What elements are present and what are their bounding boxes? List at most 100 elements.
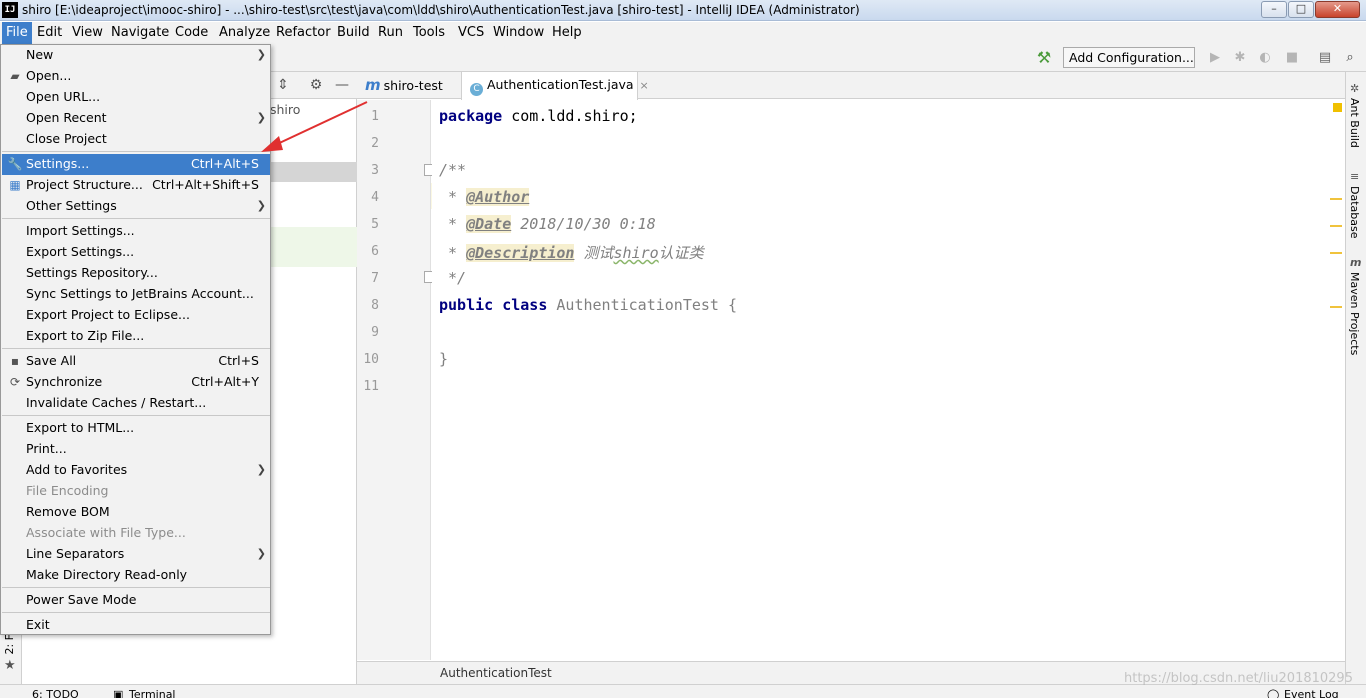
tab-shiro-test[interactable]: m shiro-test: [357, 72, 460, 99]
menu-item-import-settings[interactable]: Import Settings...: [2, 221, 270, 242]
favorites-tool-tab[interactable]: 2: F: [3, 634, 19, 655]
menu-run[interactable]: Run: [374, 22, 407, 44]
search-icon[interactable]: ⌕: [1341, 49, 1359, 67]
maven-icon: m: [1350, 256, 1362, 269]
bottom-tool-bar: 6: TODO ▣ Terminal ◯ Event Log: [0, 684, 1366, 698]
menu-item-add-to-favorites[interactable]: Add to Favorites ❯: [2, 460, 270, 481]
tab-label: shiro-test: [383, 78, 443, 93]
annotation-arrow-icon: [261, 101, 368, 152]
menu-item-print[interactable]: Print...: [2, 439, 270, 460]
line-number: 4: [371, 190, 379, 205]
star-icon[interactable]: ★: [4, 658, 16, 673]
maximize-button[interactable]: □: [1288, 1, 1314, 18]
watermark: https://blog.csdn.net/liu201810295: [1124, 671, 1353, 686]
menu-item-open[interactable]: ▰ Open...: [2, 66, 270, 87]
hide-panel-icon[interactable]: —: [333, 76, 351, 94]
menu-item-open-url[interactable]: Open URL...: [2, 87, 270, 108]
warning-stripe[interactable]: [1330, 252, 1342, 254]
menu-edit[interactable]: Edit: [33, 22, 66, 44]
line-number: 7: [371, 271, 379, 286]
project-structure-toolbar-icon[interactable]: ▤: [1316, 49, 1334, 67]
menu-bar: File Edit View Navigate Code Analyze Ref…: [0, 22, 1366, 44]
menu-code[interactable]: Code: [171, 22, 212, 44]
menu-build[interactable]: Build: [333, 22, 374, 44]
menu-item-file-encoding: File Encoding: [26, 483, 109, 498]
menu-item-remove-bom[interactable]: Remove BOM: [2, 502, 270, 523]
menu-file[interactable]: File: [2, 22, 32, 44]
line-number: 6: [371, 244, 379, 259]
code-line-6: * @Description 测试shiro认证类: [439, 244, 704, 262]
tool-tab-todo[interactable]: 6: TODO: [32, 688, 79, 698]
gear-icon[interactable]: ⚙: [307, 76, 325, 94]
code-line-5: * @Date 2018/10/30 0:18: [439, 215, 656, 233]
tool-tab-database[interactable]: Database: [1348, 186, 1361, 239]
coverage-icon[interactable]: ◐: [1256, 49, 1274, 67]
menu-separator: [2, 587, 270, 588]
code-line-7: */: [439, 269, 467, 287]
stop-icon[interactable]: ■: [1283, 49, 1301, 67]
menu-item-new[interactable]: New ❯: [2, 45, 270, 66]
menu-analyze[interactable]: Analyze: [215, 22, 274, 44]
menu-item-save-all[interactable]: ▪ Save All Ctrl+S: [2, 351, 270, 372]
menu-item-export-settings[interactable]: Export Settings...: [2, 242, 270, 263]
build-hammer-icon[interactable]: ⚒: [1034, 48, 1054, 68]
menu-item-export-zip[interactable]: Export to Zip File...: [2, 326, 270, 347]
collapse-all-icon[interactable]: ⇕: [274, 76, 292, 94]
warning-stripe[interactable]: [1330, 198, 1342, 200]
menu-item-invalidate-caches[interactable]: Invalidate Caches / Restart...: [2, 393, 270, 414]
run-icon[interactable]: ▶: [1206, 49, 1224, 67]
warning-stripe[interactable]: [1330, 306, 1342, 308]
intellij-logo-icon: IJ: [2, 2, 18, 18]
menu-item-export-html[interactable]: Export to HTML...: [2, 418, 270, 439]
debug-icon[interactable]: ✱: [1231, 49, 1249, 67]
code-line-8: public class AuthenticationTest {: [439, 296, 738, 314]
minimize-button[interactable]: –: [1261, 1, 1287, 18]
menu-view[interactable]: View: [68, 22, 107, 44]
warning-stripe[interactable]: [1330, 225, 1342, 227]
menu-item-sync-settings[interactable]: Sync Settings to JetBrains Account...: [2, 284, 270, 305]
code-editor[interactable]: package com.ldd.shiro; /** * @Author * @…: [432, 100, 1330, 660]
menu-item-synchronize[interactable]: ⟳ Synchronize Ctrl+Alt+Y: [2, 372, 270, 393]
title-bar: IJ shiro [E:\ideaproject\imooc-shiro] - …: [0, 0, 1366, 21]
sync-icon: ⟳: [9, 375, 21, 389]
save-icon: ▪: [10, 354, 20, 368]
tool-tab-terminal[interactable]: Terminal: [129, 688, 176, 698]
tab-close-icon[interactable]: ×: [640, 79, 649, 92]
submenu-arrow-icon: ❯: [256, 463, 266, 476]
menu-refactor[interactable]: Refactor: [272, 22, 335, 44]
menu-tools[interactable]: Tools: [409, 22, 449, 44]
folder-icon: ▰: [10, 69, 20, 83]
menu-item-export-eclipse[interactable]: Export Project to Eclipse...: [2, 305, 270, 326]
menu-item-open-recent[interactable]: Open Recent ❯: [2, 108, 270, 129]
menu-vcs[interactable]: VCS: [454, 22, 488, 44]
inspection-status-icon[interactable]: [1333, 103, 1342, 112]
menu-help[interactable]: Help: [548, 22, 586, 44]
tab-label: AuthenticationTest.java: [487, 77, 634, 92]
menu-item-settings[interactable]: 🔧 Settings... Ctrl+Alt+S: [2, 154, 270, 175]
code-line-10: }: [439, 350, 449, 368]
menu-separator: [2, 348, 270, 349]
line-number: 10: [363, 352, 379, 367]
menu-window[interactable]: Window: [489, 22, 548, 44]
close-button[interactable]: ✕: [1315, 1, 1360, 18]
menu-item-project-structure[interactable]: ▦ Project Structure... Ctrl+Alt+Shift+S: [2, 175, 270, 196]
menu-item-exit[interactable]: Exit: [2, 615, 270, 636]
menu-item-close-project[interactable]: Close Project: [2, 129, 270, 150]
menu-item-line-separators[interactable]: Line Separators ❯: [2, 544, 270, 565]
tool-tab-event-log[interactable]: Event Log: [1284, 688, 1339, 698]
line-number: 3: [371, 163, 379, 178]
file-menu-dropdown: New ❯ ▰ Open... Open URL... Open Recent ❯ C…: [0, 44, 271, 635]
add-configuration-button[interactable]: Add Configuration...: [1063, 47, 1195, 68]
tab-authentication-test[interactable]: C AuthenticationTest.java ×: [461, 72, 649, 100]
menu-item-make-read-only[interactable]: Make Directory Read-only: [2, 565, 270, 586]
menu-item-settings-repository[interactable]: Settings Repository...: [2, 263, 270, 284]
maven-module-icon: m: [365, 76, 381, 94]
event-log-icon: ◯: [1267, 688, 1280, 698]
tool-tab-maven-projects[interactable]: Maven Projects: [1348, 272, 1361, 355]
tool-tab-ant-build[interactable]: Ant Build: [1348, 98, 1361, 148]
line-number: 9: [371, 325, 379, 340]
menu-item-power-save-mode[interactable]: Power Save Mode: [2, 590, 270, 611]
menu-separator: [2, 151, 270, 152]
menu-navigate[interactable]: Navigate: [107, 22, 173, 44]
menu-item-other-settings[interactable]: Other Settings ❯: [2, 196, 270, 217]
